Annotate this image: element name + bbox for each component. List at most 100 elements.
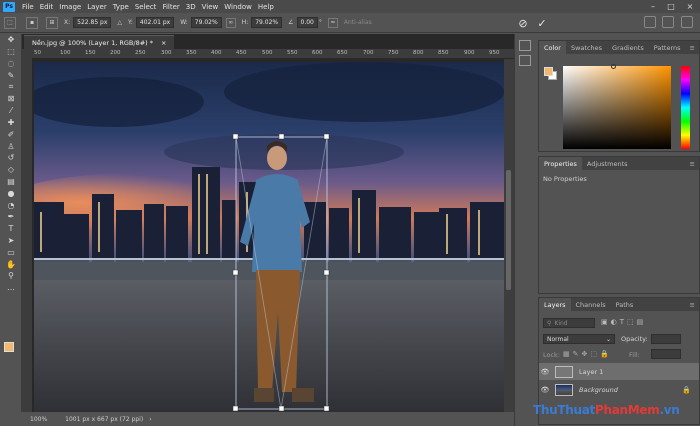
interpolation-icon[interactable]: ≈ xyxy=(327,17,338,28)
height-field[interactable]: 79.02% xyxy=(251,17,283,28)
close-tab-icon[interactable]: × xyxy=(161,39,166,47)
eraser-icon[interactable]: ◇ xyxy=(0,164,22,176)
layer-row-background[interactable]: 👁 Background 🔒 xyxy=(539,381,699,398)
close-window-icon[interactable]: × xyxy=(681,0,699,13)
quick-select-icon[interactable]: ✎ xyxy=(0,69,22,81)
marquee-icon[interactable]: ⬚ xyxy=(0,46,22,58)
minimize-icon[interactable]: – xyxy=(644,0,662,13)
transform-handle[interactable] xyxy=(323,133,330,140)
vertical-ruler[interactable] xyxy=(22,49,32,412)
y-field[interactable]: 402.01 px xyxy=(135,17,175,28)
brush-icon[interactable]: ✐ xyxy=(0,128,22,140)
tab-properties[interactable]: Properties xyxy=(539,157,582,170)
crop-icon[interactable]: ⌗ xyxy=(0,81,22,93)
transform-handle[interactable] xyxy=(278,405,285,412)
layer-row-layer-1[interactable]: 👁 Layer 1 xyxy=(539,363,699,380)
status-arrow-icon[interactable]: › xyxy=(149,416,151,423)
color-picker-cursor[interactable] xyxy=(611,64,616,69)
tab-gradients[interactable]: Gradients xyxy=(607,41,649,54)
character-panel-icon[interactable] xyxy=(519,55,531,66)
workspace-icon[interactable] xyxy=(662,16,674,28)
blur-icon[interactable]: ● xyxy=(0,187,22,199)
blend-mode-select[interactable]: Normal ⌄ xyxy=(543,334,615,344)
tab-color[interactable]: Color xyxy=(539,41,566,54)
move-icon[interactable]: ✥ xyxy=(0,34,22,46)
color-picker-field[interactable] xyxy=(563,66,671,149)
visibility-eye-icon[interactable]: 👁 xyxy=(539,386,551,394)
menu-edit[interactable]: Edit xyxy=(37,3,57,11)
healing-icon[interactable]: ✚ xyxy=(0,117,22,129)
tab-layers[interactable]: Layers xyxy=(539,298,571,311)
angle-field[interactable]: 0.00 xyxy=(296,17,318,28)
antialias-label[interactable]: Anti-alias xyxy=(344,19,372,26)
reference-grid-icon[interactable]: ⊞ xyxy=(46,16,58,29)
tab-paths[interactable]: Paths xyxy=(611,298,639,311)
menu-type[interactable]: Type xyxy=(110,3,132,11)
lasso-icon[interactable]: ◌ xyxy=(0,58,22,70)
layer-filter-select[interactable]: ⚲ Kind xyxy=(543,318,595,328)
menu-help[interactable]: Help xyxy=(255,3,277,11)
share-icon[interactable] xyxy=(681,16,693,28)
tab-channels[interactable]: Channels xyxy=(571,298,611,311)
horizontal-ruler[interactable]: 50 100 150 200 250 300 350 400 450 500 5… xyxy=(32,49,514,59)
rectangle-icon[interactable]: ▭ xyxy=(0,246,22,258)
panel-foreground-swatch[interactable] xyxy=(544,67,553,76)
tab-patterns[interactable]: Patterns xyxy=(649,41,686,54)
transform-handle[interactable] xyxy=(232,269,239,276)
dodge-icon[interactable]: ◔ xyxy=(0,199,22,211)
fill-field[interactable] xyxy=(651,349,681,359)
image-canvas[interactable] xyxy=(34,62,504,412)
foreground-color-swatch[interactable] xyxy=(4,342,14,352)
menu-select[interactable]: Select xyxy=(132,3,160,11)
scrollbar-thumb[interactable] xyxy=(506,170,511,290)
hue-slider[interactable] xyxy=(681,66,690,149)
layer-filter-icons[interactable]: ▣◐T⬚▤ xyxy=(601,318,646,326)
panel-menu-icon[interactable]: ≡ xyxy=(690,298,699,311)
zoom-icon[interactable]: ⚲ xyxy=(0,270,22,282)
menu-image[interactable]: Image xyxy=(56,3,84,11)
clone-stamp-icon[interactable]: ♙ xyxy=(0,140,22,152)
zoom-level[interactable]: 100% xyxy=(30,416,47,423)
delta-icon[interactable]: △ xyxy=(117,19,122,26)
commit-transform-icon[interactable]: ✓ xyxy=(535,14,549,32)
transform-handle[interactable] xyxy=(232,405,239,412)
eyedropper-icon[interactable]: ⁄ xyxy=(0,105,22,117)
panel-menu-icon[interactable]: ≡ xyxy=(690,157,699,170)
menu-file[interactable]: File xyxy=(19,3,37,11)
menu-window[interactable]: Window xyxy=(221,3,255,11)
tab-adjustments[interactable]: Adjustments xyxy=(582,157,633,170)
transform-handle[interactable] xyxy=(232,133,239,140)
transform-handle[interactable] xyxy=(278,133,285,140)
document-tab[interactable]: Nền.jpg @ 100% (Layer 1, RGB/8#) * × xyxy=(24,35,175,49)
panel-menu-icon[interactable]: ≡ xyxy=(690,41,699,54)
menu-view[interactable]: View xyxy=(199,3,222,11)
link-icon[interactable]: ∞ xyxy=(225,17,236,28)
transform-handle[interactable] xyxy=(323,405,330,412)
frame-icon[interactable]: ⊠ xyxy=(0,93,22,105)
x-field[interactable]: 522.85 px xyxy=(73,17,112,28)
visibility-eye-icon[interactable]: 👁 xyxy=(539,368,551,376)
transform-handle[interactable] xyxy=(323,269,330,276)
gradient-icon[interactable]: ▤ xyxy=(0,176,22,188)
cancel-transform-icon[interactable]: ⊘ xyxy=(516,14,530,32)
maximize-icon[interactable]: □ xyxy=(662,0,680,13)
pen-icon[interactable]: ✒ xyxy=(0,211,22,223)
tab-swatches[interactable]: Swatches xyxy=(566,41,607,54)
history-brush-icon[interactable]: ↺ xyxy=(0,152,22,164)
more-tools-icon[interactable]: … xyxy=(0,282,22,294)
search-icon[interactable] xyxy=(644,16,656,28)
document-info[interactable]: 1001 px x 667 px (72 ppi) xyxy=(65,416,143,423)
reference-point-icon[interactable]: ▪ xyxy=(26,16,38,29)
opacity-field[interactable] xyxy=(651,334,681,344)
transform-tool-icon[interactable]: ⬚ xyxy=(4,16,16,29)
layer-name[interactable]: Layer 1 xyxy=(579,368,603,376)
width-field[interactable]: 79.02% xyxy=(190,17,222,28)
hand-icon[interactable]: ✋ xyxy=(0,258,22,270)
layer-name[interactable]: Background xyxy=(579,386,618,394)
menu-filter[interactable]: Filter xyxy=(159,3,182,11)
path-select-icon[interactable]: ➤ xyxy=(0,235,22,247)
history-panel-icon[interactable] xyxy=(519,40,531,51)
lock-icons[interactable]: ▦✎✥⬚🔒 xyxy=(563,350,612,358)
menu-layer[interactable]: Layer xyxy=(84,3,110,11)
menu-3d[interactable]: 3D xyxy=(183,3,199,11)
